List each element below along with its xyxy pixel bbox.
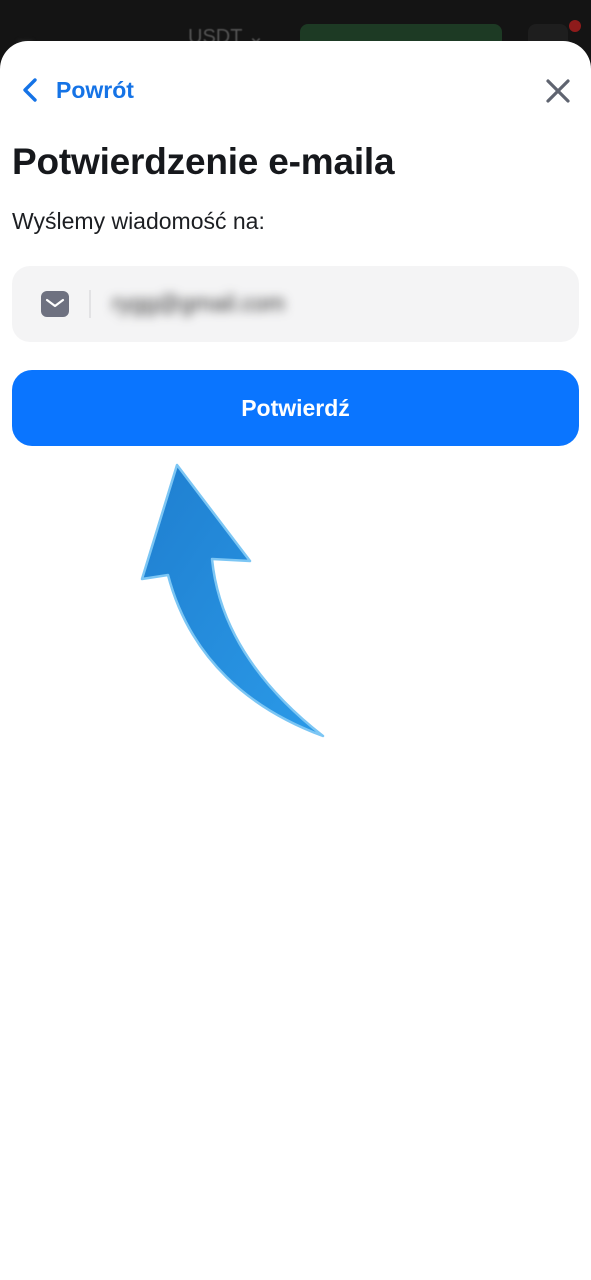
chevron-left-icon bbox=[23, 78, 37, 102]
back-button[interactable]: Powrót bbox=[20, 75, 134, 105]
email-confirmation-sheet: Powrót Potwierdzenie e-maila Wyślemy wia… bbox=[0, 41, 591, 1280]
close-icon bbox=[546, 79, 570, 103]
page-subtitle: Wyślemy wiadomość na: bbox=[12, 208, 265, 234]
field-divider bbox=[89, 290, 91, 318]
back-label: Powrót bbox=[56, 76, 134, 103]
email-field[interactable]: rygg@gmail.com bbox=[12, 266, 579, 342]
close-button[interactable] bbox=[544, 77, 572, 105]
email-value: rygg@gmail.com bbox=[112, 290, 285, 316]
confirm-button[interactable]: Potwierdź bbox=[12, 370, 579, 446]
notification-dot bbox=[569, 20, 581, 32]
arrow-annotation bbox=[140, 463, 325, 738]
page-title: Potwierdzenie e-maila bbox=[12, 141, 395, 182]
mail-icon bbox=[41, 291, 69, 317]
